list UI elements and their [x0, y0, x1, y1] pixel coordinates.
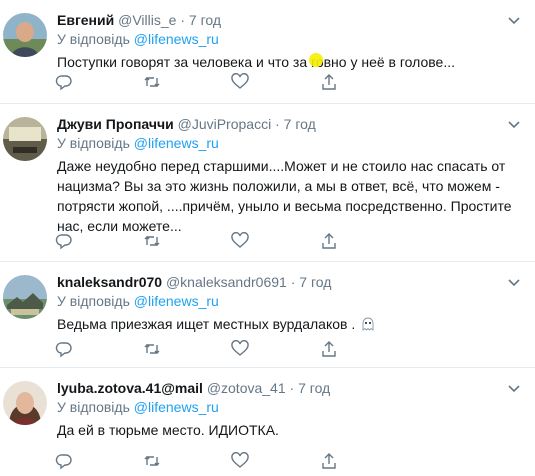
- tweet-header: Евгений @Villis_e · 7 год: [57, 11, 221, 29]
- reply-prefix: У відповідь: [57, 399, 130, 415]
- tweet[interactable]: lyuba.zotova.41@mail @zotova_41 · 7 год …: [0, 368, 535, 476]
- tweet-text-content: Ведьма приезжая ищет местных вурдалаков …: [57, 316, 356, 332]
- retweet-icon[interactable]: [143, 73, 163, 93]
- reply-icon[interactable]: [55, 232, 75, 252]
- reply-icon[interactable]: [55, 73, 75, 93]
- user-handle[interactable]: @JuviPropacci: [178, 116, 272, 132]
- retweet-icon[interactable]: [143, 340, 163, 360]
- tweet-text: Поступки говорят за человека и что за го…: [57, 54, 455, 70]
- retweet-icon[interactable]: [143, 232, 163, 252]
- tweet[interactable]: Евгений @Villis_e · 7 год У відповідь @l…: [0, 0, 535, 104]
- chevron-down-icon[interactable]: [506, 12, 522, 28]
- tweet[interactable]: Джуви Пропаччи @JuviPropacci · 7 год У в…: [0, 104, 535, 262]
- heart-icon[interactable]: [231, 232, 251, 252]
- reply-mention-link[interactable]: @lifenews_ru: [134, 399, 219, 415]
- reply-mention-link[interactable]: @lifenews_ru: [134, 31, 219, 47]
- avatar[interactable]: [3, 381, 47, 425]
- user-handle[interactable]: @knaleksandr0691: [166, 274, 287, 290]
- user-handle[interactable]: @zotova_41: [207, 380, 286, 396]
- reply-prefix: У відповідь: [57, 293, 130, 309]
- user-handle[interactable]: @Villis_e: [118, 12, 176, 28]
- tweet-text: Да ей в тюрьме место. ИДИОТКА.: [57, 422, 279, 438]
- tweet[interactable]: knaleksandr070 @knaleksandr0691 · 7 год …: [0, 262, 535, 368]
- tweet-text: Ведьма приезжая ищет местных вурдалаков …: [57, 314, 517, 334]
- reply-prefix: У відповідь: [57, 31, 130, 47]
- chevron-down-icon[interactable]: [506, 274, 522, 290]
- ghost-emoji-icon: [361, 316, 375, 331]
- tweet-header: Джуви Пропаччи @JuviPropacci · 7 год: [57, 115, 316, 133]
- separator-dot: ·: [289, 380, 295, 396]
- share-icon[interactable]: [320, 73, 340, 93]
- tweet-header: lyuba.zotova.41@mail @zotova_41 · 7 год: [57, 379, 330, 397]
- avatar[interactable]: [3, 117, 47, 161]
- separator-dot: ·: [180, 12, 185, 28]
- reply-icon[interactable]: [55, 452, 75, 472]
- user-name[interactable]: knaleksandr070: [57, 274, 162, 290]
- tweet-text: Даже неудобно перед старшими....Может и …: [57, 158, 512, 234]
- share-icon[interactable]: [320, 452, 340, 472]
- reply-context: У відповідь @lifenews_ru: [57, 134, 219, 152]
- avatar[interactable]: [3, 13, 47, 57]
- user-name[interactable]: Евгений: [57, 12, 114, 28]
- separator-dot: ·: [290, 274, 296, 290]
- tweet-header: knaleksandr070 @knaleksandr0691 · 7 год: [57, 273, 331, 291]
- reply-context: У відповідь @lifenews_ru: [57, 292, 219, 310]
- share-icon[interactable]: [320, 232, 340, 252]
- separator-dot: ·: [275, 116, 280, 132]
- heart-icon[interactable]: [231, 340, 251, 360]
- user-name[interactable]: lyuba.zotova.41@mail: [57, 380, 203, 396]
- reply-icon[interactable]: [55, 340, 75, 360]
- tweet-time[interactable]: 7 год: [298, 380, 330, 396]
- share-icon[interactable]: [320, 340, 340, 360]
- user-name[interactable]: Джуви Пропаччи: [57, 116, 174, 132]
- retweet-icon[interactable]: [143, 452, 163, 472]
- heart-icon[interactable]: [231, 73, 251, 93]
- reply-context: У відповідь @lifenews_ru: [57, 30, 219, 48]
- reply-mention-link[interactable]: @lifenews_ru: [134, 135, 219, 151]
- avatar[interactable]: [3, 275, 47, 319]
- tweet-actions: [55, 452, 345, 472]
- tweet-actions: [55, 340, 345, 360]
- reply-mention-link[interactable]: @lifenews_ru: [134, 293, 219, 309]
- tweet-actions: [55, 232, 345, 252]
- cursor-highlight: [309, 53, 323, 67]
- heart-icon[interactable]: [231, 452, 251, 472]
- chevron-down-icon[interactable]: [506, 116, 522, 132]
- tweet-time[interactable]: 7 год: [299, 274, 331, 290]
- tweet-time[interactable]: 7 год: [284, 116, 316, 132]
- tweet-time[interactable]: 7 год: [189, 12, 221, 28]
- tweet-actions: [55, 73, 345, 93]
- chevron-down-icon[interactable]: [506, 380, 522, 396]
- reply-context: У відповідь @lifenews_ru: [57, 398, 219, 416]
- reply-prefix: У відповідь: [57, 135, 130, 151]
